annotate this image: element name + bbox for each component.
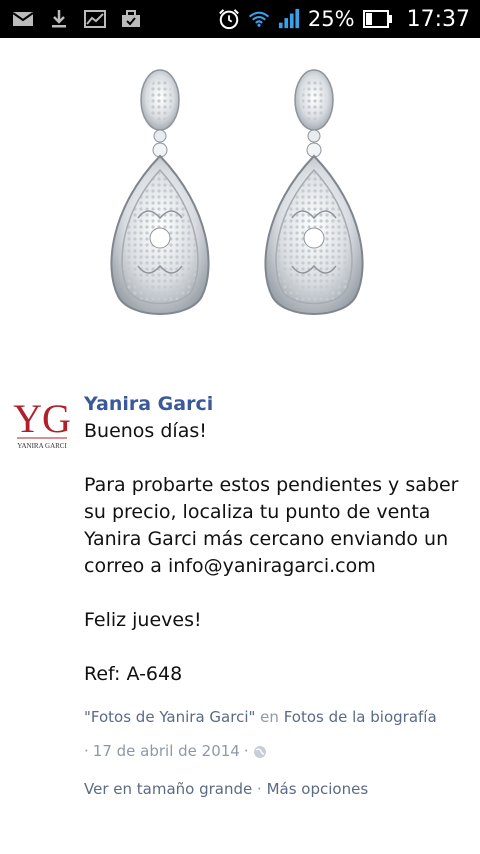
- svg-text:YG: YG: [13, 396, 71, 441]
- date-line: · 17 de abril de 2014 ·: [84, 741, 267, 761]
- battery-percent: 25%: [307, 7, 355, 31]
- battery-icon: [362, 8, 393, 30]
- post-body: Buenos días! Para probarte estos pendien…: [84, 418, 476, 688]
- more-options-link[interactable]: Más opciones: [267, 780, 369, 798]
- globe-icon: [253, 744, 267, 758]
- clock: 17:37: [406, 6, 470, 32]
- wifi-icon: [248, 8, 270, 30]
- post-paragraph: Ref: A-648: [84, 663, 183, 685]
- post-author[interactable]: Yanira Garci: [84, 390, 476, 418]
- post-paragraph: Feliz jueves!: [84, 609, 202, 631]
- date-prefix: ·: [84, 742, 89, 760]
- yanira-garci-logo: YG YANIRA GARCI: [13, 396, 71, 450]
- post-photo[interactable]: [0, 38, 480, 360]
- date-suffix: ·: [243, 742, 249, 760]
- album-parent-link[interactable]: Fotos de la biografía: [284, 708, 437, 726]
- earrings-image: [110, 69, 364, 315]
- post-content: Yanira Garci Buenos días! Para probarte …: [84, 390, 476, 715]
- album-line: "Fotos de Yanira Garci" en Fotos de la b…: [84, 707, 437, 727]
- album-link[interactable]: "Fotos de Yanira Garci": [84, 708, 255, 726]
- earring-right: [264, 69, 364, 315]
- download-icon: [48, 8, 70, 30]
- earring-left: [110, 69, 210, 315]
- signal-icon: [278, 8, 300, 30]
- post-paragraph: Buenos días!: [84, 420, 207, 442]
- chart-icon: [84, 8, 106, 30]
- mail-icon: [12, 8, 34, 30]
- briefcase-icon: [120, 8, 142, 30]
- actions-line: Ver en tamaño grande · Más opciones: [84, 779, 368, 799]
- album-connector: en: [260, 708, 279, 726]
- alarm-icon: [218, 8, 240, 30]
- avatar[interactable]: YG YANIRA GARCI: [11, 390, 73, 452]
- view-large-link[interactable]: Ver en tamaño grande: [84, 780, 252, 798]
- actions-separator: ·: [257, 780, 262, 798]
- status-bar: 25% 17:37: [0, 0, 480, 38]
- post-paragraph: Para probarte estos pendientes y saber s…: [84, 474, 459, 577]
- svg-text:YANIRA GARCI: YANIRA GARCI: [17, 442, 67, 450]
- post-date[interactable]: 17 de abril de 2014: [93, 741, 240, 761]
